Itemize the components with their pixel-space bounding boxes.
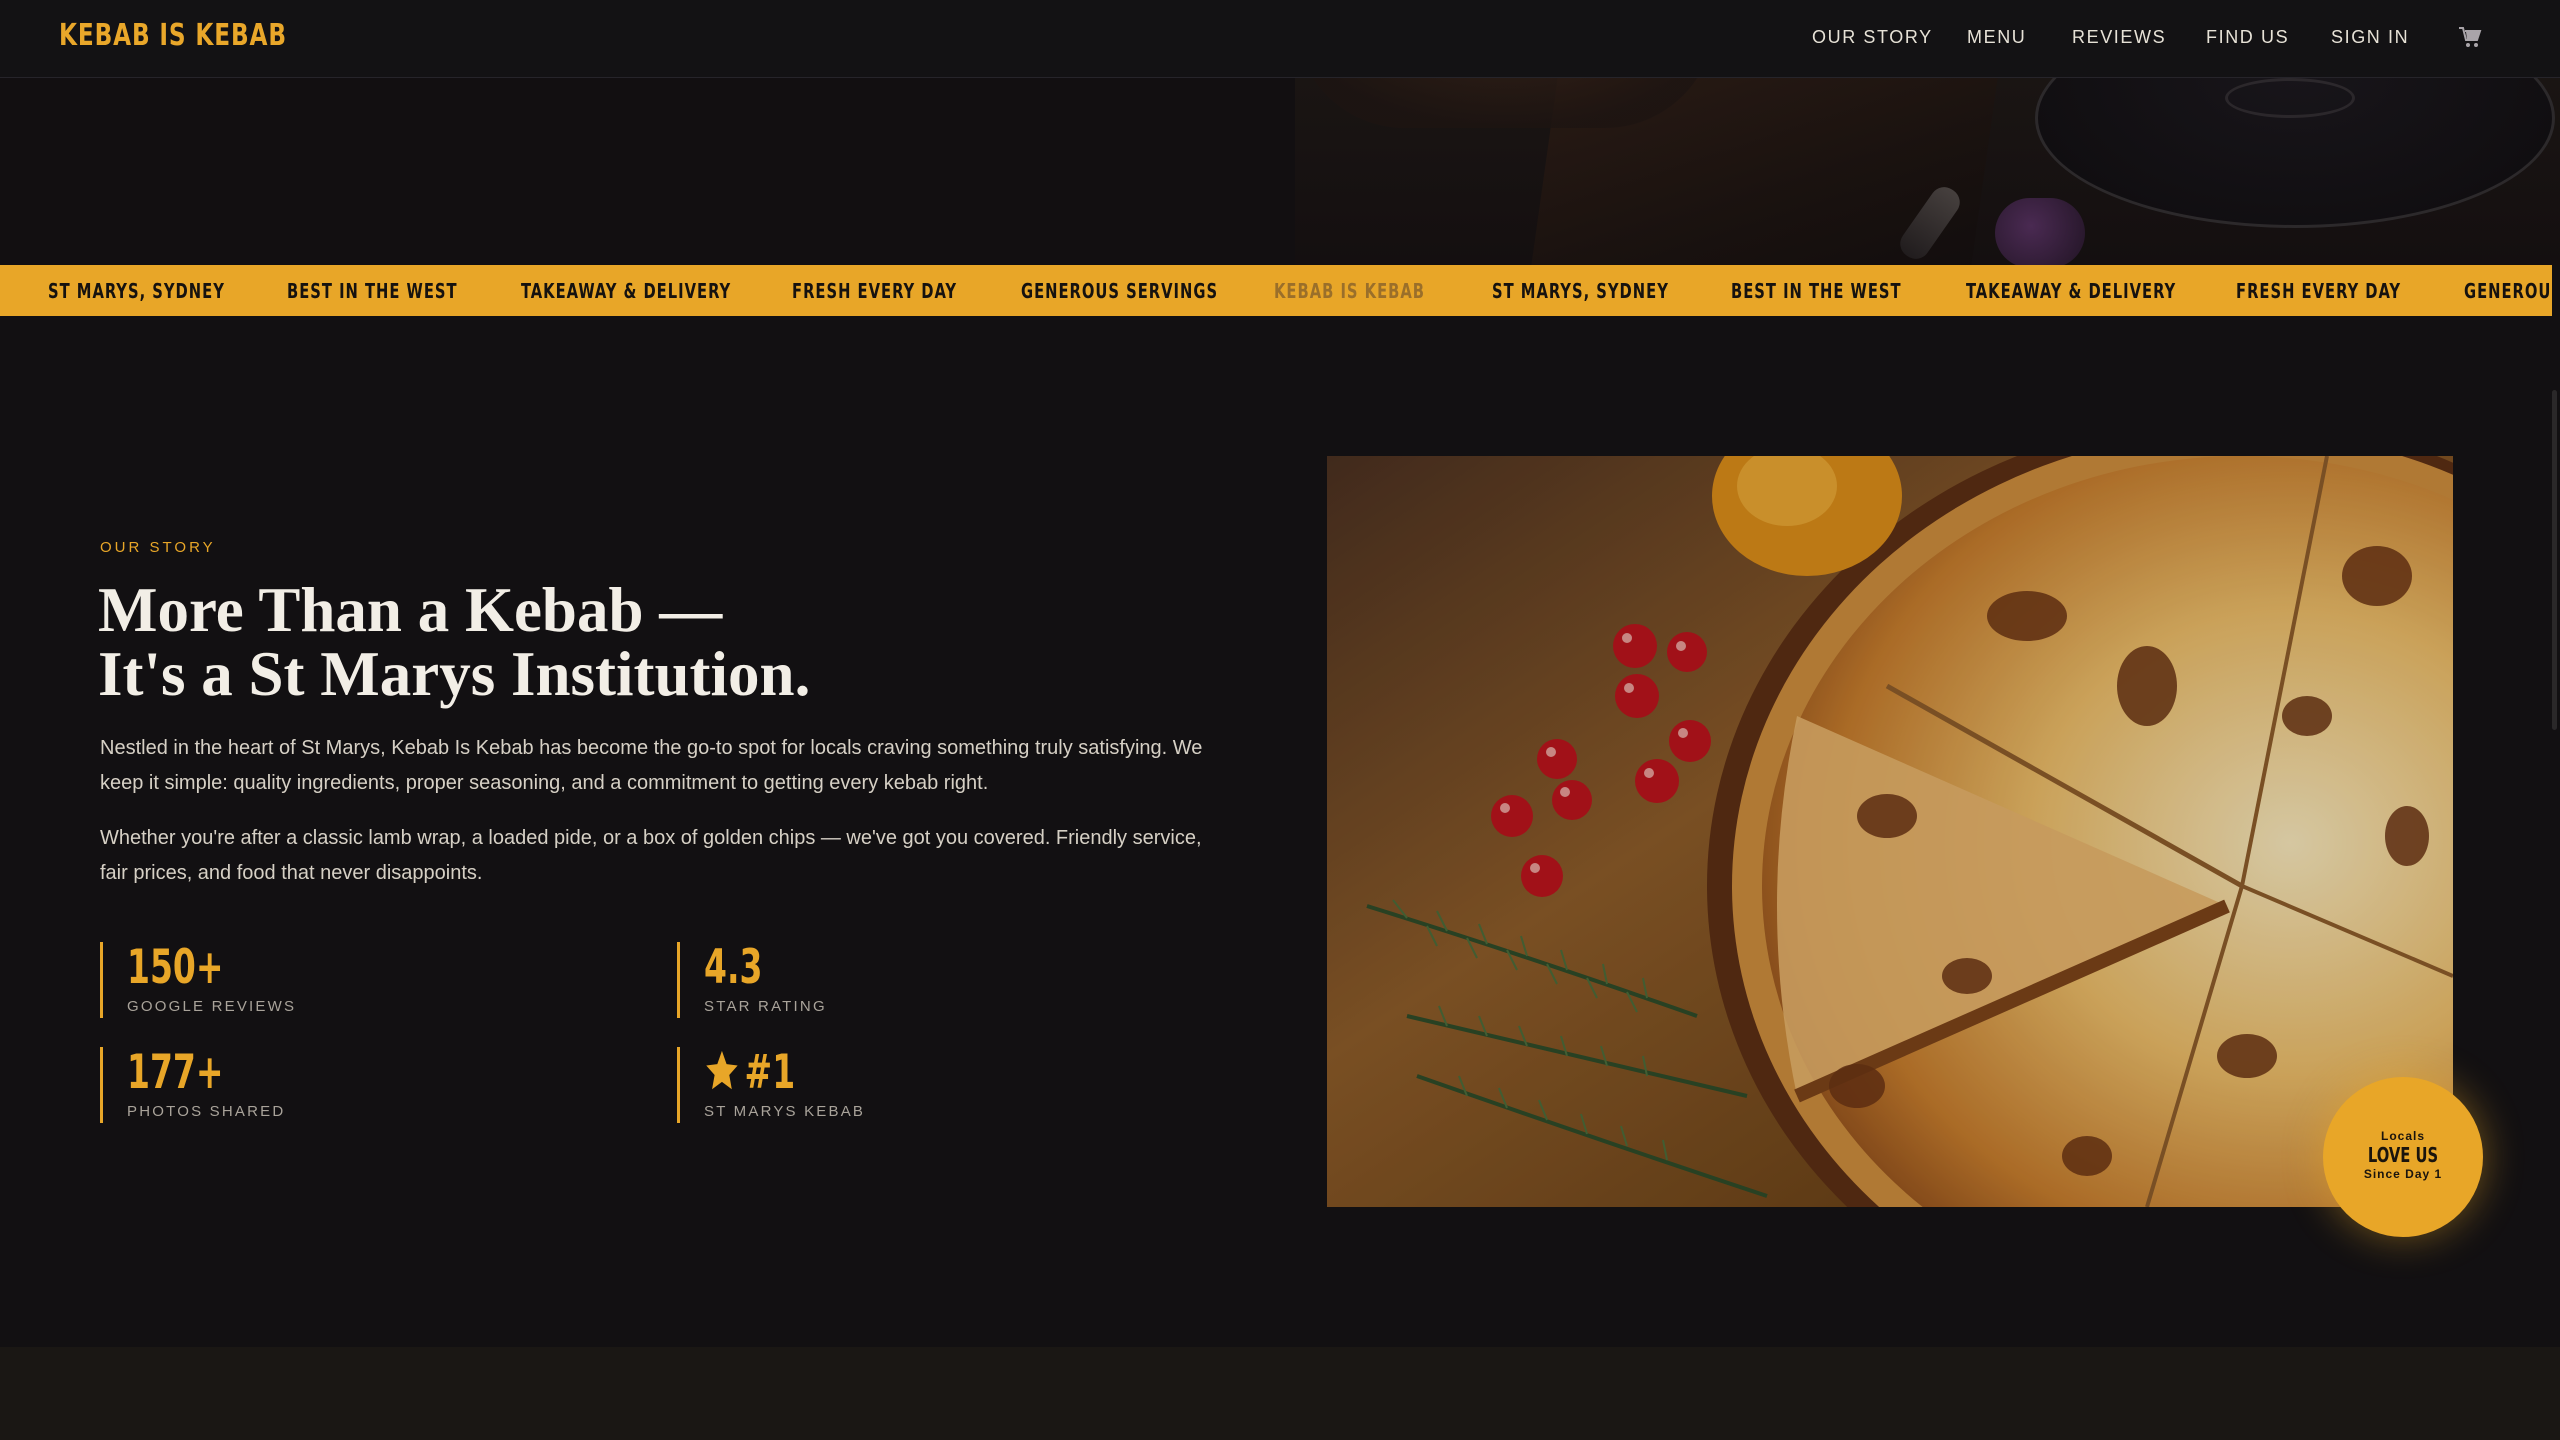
stat-value: 4.3 [704,940,763,995]
our-story-section: OUR STORY More Than a Kebab — It's a St … [0,316,2560,1346]
ticker-item: BEST IN THE WEST [287,279,458,303]
ticker-item: KEBAB IS KEBAB [1274,279,1426,303]
ticker-item: FRESH EVERY DAY [2236,279,2402,303]
hero-food-image [1295,78,2560,265]
next-section [0,1347,2560,1440]
story-paragraph-2: Whether you're after a classic lamb wrap… [100,827,1202,884]
nav-link-sign-in[interactable]: SIGN IN [2331,27,2409,48]
stat-label: GOOGLE REVIEWS [127,998,297,1015]
badge-top-text: Locals [2380,1129,2425,1143]
nav-link-menu[interactable]: MENU [1967,27,2026,48]
section-headline: More Than a Kebab — It's a St Marys Inst… [98,578,810,706]
stat-label: STAR RATING [704,998,827,1015]
scrollbar[interactable] [2552,390,2557,730]
ticker-item: ST MARYS, SYDNEY [1492,279,1669,303]
stat-value: 177+ [127,1045,224,1100]
brand-logo[interactable]: KEBAB IS KEBAB [59,18,287,53]
stat-star-rating: 4.3 STAR RATING [677,942,827,1018]
ticker-item: TAKEAWAY & DELIVERY [521,279,732,303]
stat-top-kebab: #1 ST MARYS KEBAB [677,1047,865,1123]
ticker-item: TAKEAWAY & DELIVERY [1966,279,2177,303]
nav-link-reviews[interactable]: REVIEWS [2072,27,2166,48]
cart-icon[interactable] [2457,24,2483,50]
badge-main-text: LOVE US [2367,1143,2439,1167]
marquee-ticker: ST MARYS, SYDNEY BEST IN THE WEST TAKEAW… [0,265,2552,316]
star-icon [706,1050,738,1090]
stat-label: ST MARYS KEBAB [704,1103,866,1120]
stat-value: 150+ [127,940,224,995]
stat-value-text: #1 [744,1045,796,1100]
stat-photos-shared: 177+ PHOTOS SHARED [100,1047,285,1123]
stat-value: #1 [704,1047,830,1099]
hero-section-bottom [0,78,2560,265]
badge-bottom-text: Since Day 1 [2363,1167,2443,1181]
locals-love-us-badge: Locals LOVE US Since Day 1 [2323,1077,2483,1237]
story-paragraph-1: Nestled in the heart of St Marys, Kebab … [100,737,1203,794]
headline-line-2: It's a St Marys Institution. [98,639,811,709]
stat-label: PHOTOS SHARED [127,1103,286,1120]
ticker-item: FRESH EVERY DAY [792,279,958,303]
section-eyebrow: OUR STORY [100,539,216,556]
nav-link-find-us[interactable]: FIND US [2206,27,2289,48]
ticker-item: ST MARYS, SYDNEY [48,279,225,303]
stat-google-reviews: 150+ GOOGLE REVIEWS [100,942,296,1018]
pizza-photo [1327,456,2453,1207]
headline-line-1: More Than a Kebab — [98,575,723,645]
top-navigation: KEBAB IS KEBAB OUR STORY MENU REVIEWS FI… [0,0,2560,78]
ticker-item: GENEROUS SERVINGS [1021,279,1219,303]
ticker-item: BEST IN THE WEST [1731,279,1902,303]
nav-link-our-story[interactable]: OUR STORY [1812,27,1933,48]
ticker-item: GENEROUS [2464,279,2552,303]
